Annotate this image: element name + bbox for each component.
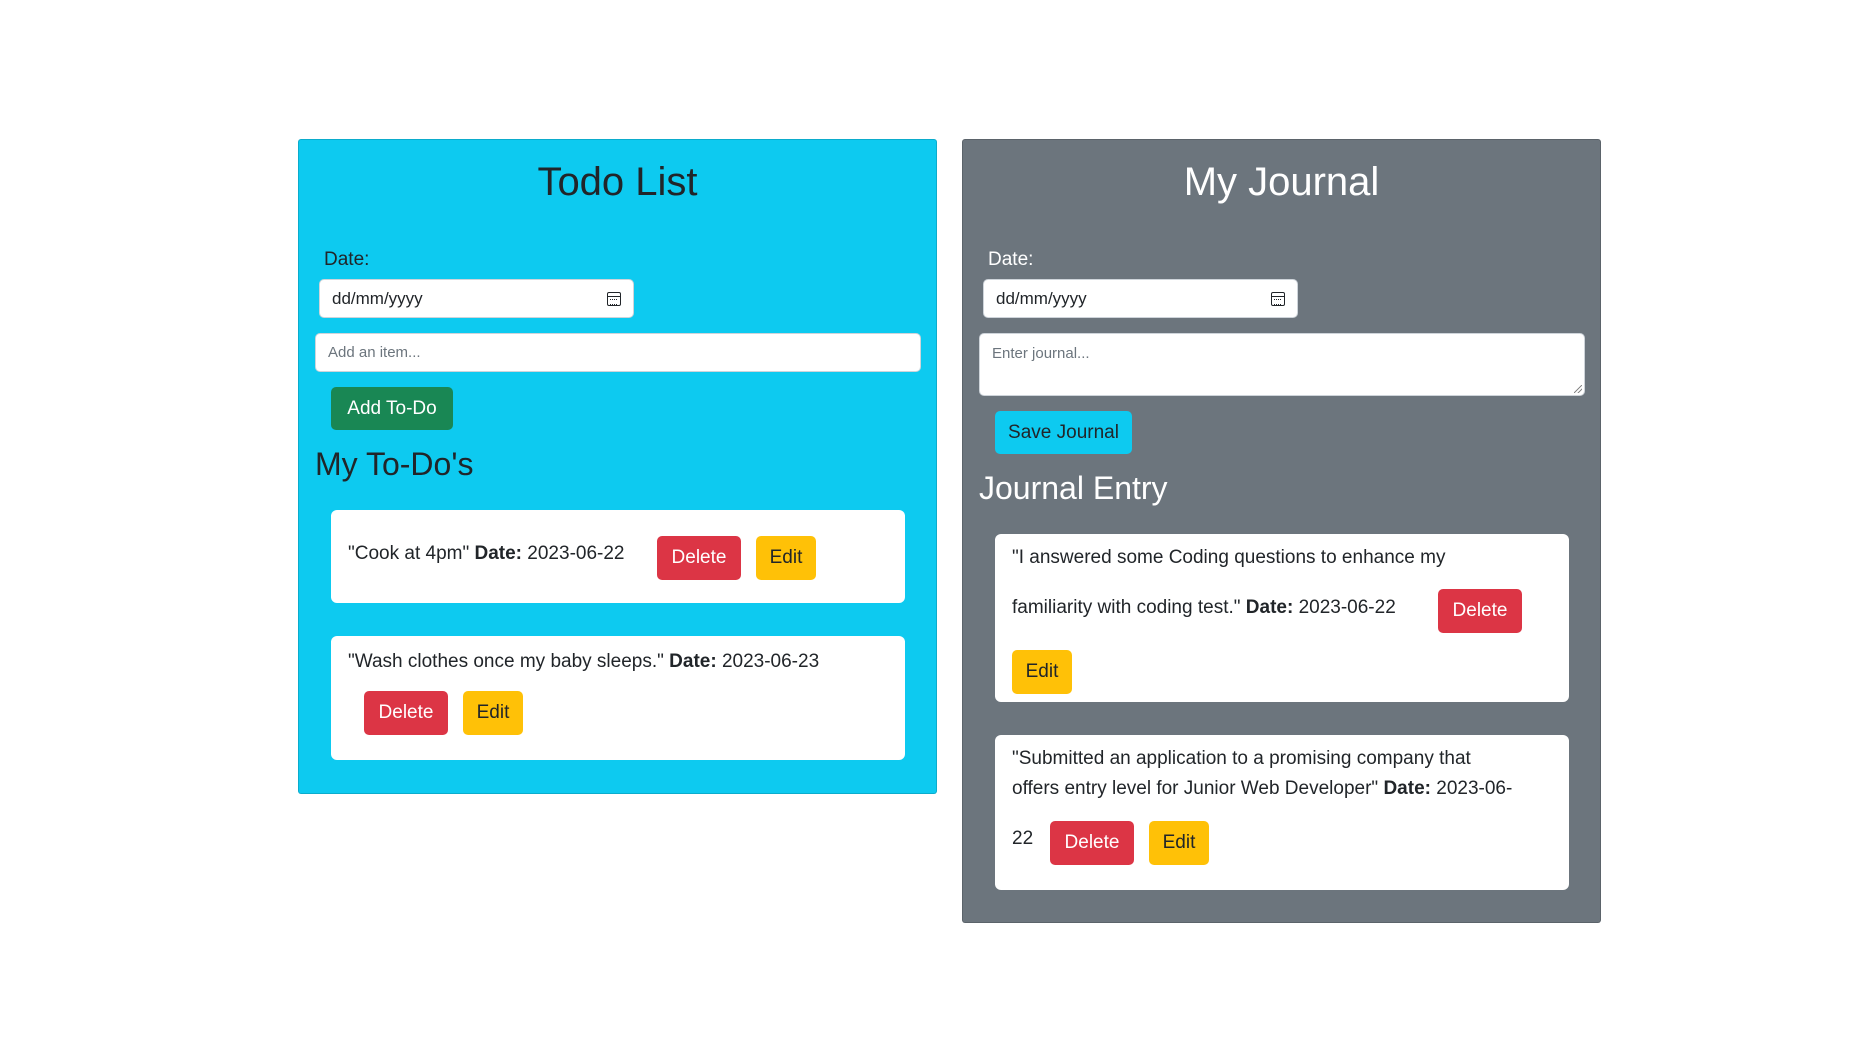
- calendar-icon[interactable]: [607, 291, 621, 306]
- todo-item-text: "Cook at 4pm": [348, 543, 470, 564]
- todo-date-input[interactable]: dd/mm/yyyy: [319, 279, 634, 318]
- delete-button[interactable]: Delete: [657, 536, 741, 580]
- todo-card: "Wash clothes once my baby sleeps." Date…: [331, 636, 905, 760]
- journal-entry-date-label: Date:: [1383, 778, 1431, 799]
- journal-entry-date: 2023-06-22: [1298, 597, 1396, 618]
- journal-entry-text-line: "Submitted an application to a promising…: [1012, 748, 1471, 769]
- journal-entry-date-label: Date:: [1245, 597, 1294, 618]
- todo-item-date: 2023-06-23: [721, 651, 820, 672]
- todo-date-placeholder: dd/mm/yyyy: [332, 288, 423, 308]
- edit-button[interactable]: Edit: [1012, 650, 1072, 694]
- journal-panel: My Journal Date: dd/mm/yyyy Enter journa…: [962, 139, 1601, 923]
- todo-item-text: "Wash clothes once my baby sleeps.": [348, 651, 664, 672]
- todo-item-text-line: "Cook at 4pm" Date: 2023-06-22: [348, 543, 625, 565]
- calendar-icon[interactable]: [1271, 291, 1285, 306]
- todo-item-placeholder: Add an item...: [328, 344, 421, 361]
- resize-grip-icon[interactable]: [1574, 385, 1582, 393]
- todo-item-text-line: "Wash clothes once my baby sleeps." Date…: [348, 651, 819, 673]
- journal-entry-placeholder: Enter journal...: [992, 345, 1090, 362]
- journal-date-input[interactable]: dd/mm/yyyy: [983, 279, 1298, 318]
- todo-card: "Cook at 4pm" Date: 2023-06-22 Delete Ed…: [331, 510, 905, 603]
- journal-title: My Journal: [1183, 160, 1380, 204]
- save-journal-button[interactable]: Save Journal: [995, 411, 1132, 454]
- edit-button[interactable]: Edit: [756, 536, 816, 580]
- journal-entry-input[interactable]: Enter journal...: [979, 333, 1585, 396]
- delete-button[interactable]: Delete: [364, 691, 448, 735]
- todo-title: Todo List: [537, 160, 698, 204]
- edit-button[interactable]: Edit: [463, 691, 523, 735]
- todo-panel: Todo List Date: dd/mm/yyyy Add an item..…: [298, 139, 937, 794]
- todo-list-heading: My To-Do's: [315, 446, 474, 482]
- delete-button[interactable]: Delete: [1050, 821, 1134, 865]
- journal-entry-date-continued: 22: [1012, 828, 1034, 849]
- journal-card: "Submitted an application to a promising…: [995, 735, 1569, 890]
- todo-item-input[interactable]: Add an item...: [315, 333, 921, 372]
- journal-entry-text: familiarity with coding test.": [1012, 597, 1241, 618]
- journal-card: "I answered some Coding questions to enh…: [995, 534, 1569, 702]
- journal-entry-date: 2023-06-: [1436, 778, 1513, 799]
- todo-date-label: Date:: [324, 249, 370, 270]
- journal-date-label: Date:: [988, 249, 1034, 270]
- todo-item-date-label: Date:: [474, 543, 523, 564]
- todo-item-date-label: Date:: [669, 651, 717, 672]
- journal-entry-text-line: offers entry level for Junior Web Develo…: [1012, 778, 1512, 800]
- journal-entry-text: offers entry level for Junior Web Develo…: [1012, 778, 1379, 799]
- todo-item-date: 2023-06-22: [527, 543, 625, 564]
- journal-entry-text-line: "I answered some Coding questions to enh…: [1012, 547, 1446, 568]
- journal-date-placeholder: dd/mm/yyyy: [996, 288, 1087, 308]
- journal-list-heading: Journal Entry: [979, 470, 1168, 506]
- edit-button[interactable]: Edit: [1149, 821, 1209, 865]
- delete-button[interactable]: Delete: [1438, 589, 1522, 633]
- journal-entry-text-line: familiarity with coding test." Date: 202…: [1012, 597, 1396, 619]
- add-todo-button[interactable]: Add To-Do: [331, 387, 453, 430]
